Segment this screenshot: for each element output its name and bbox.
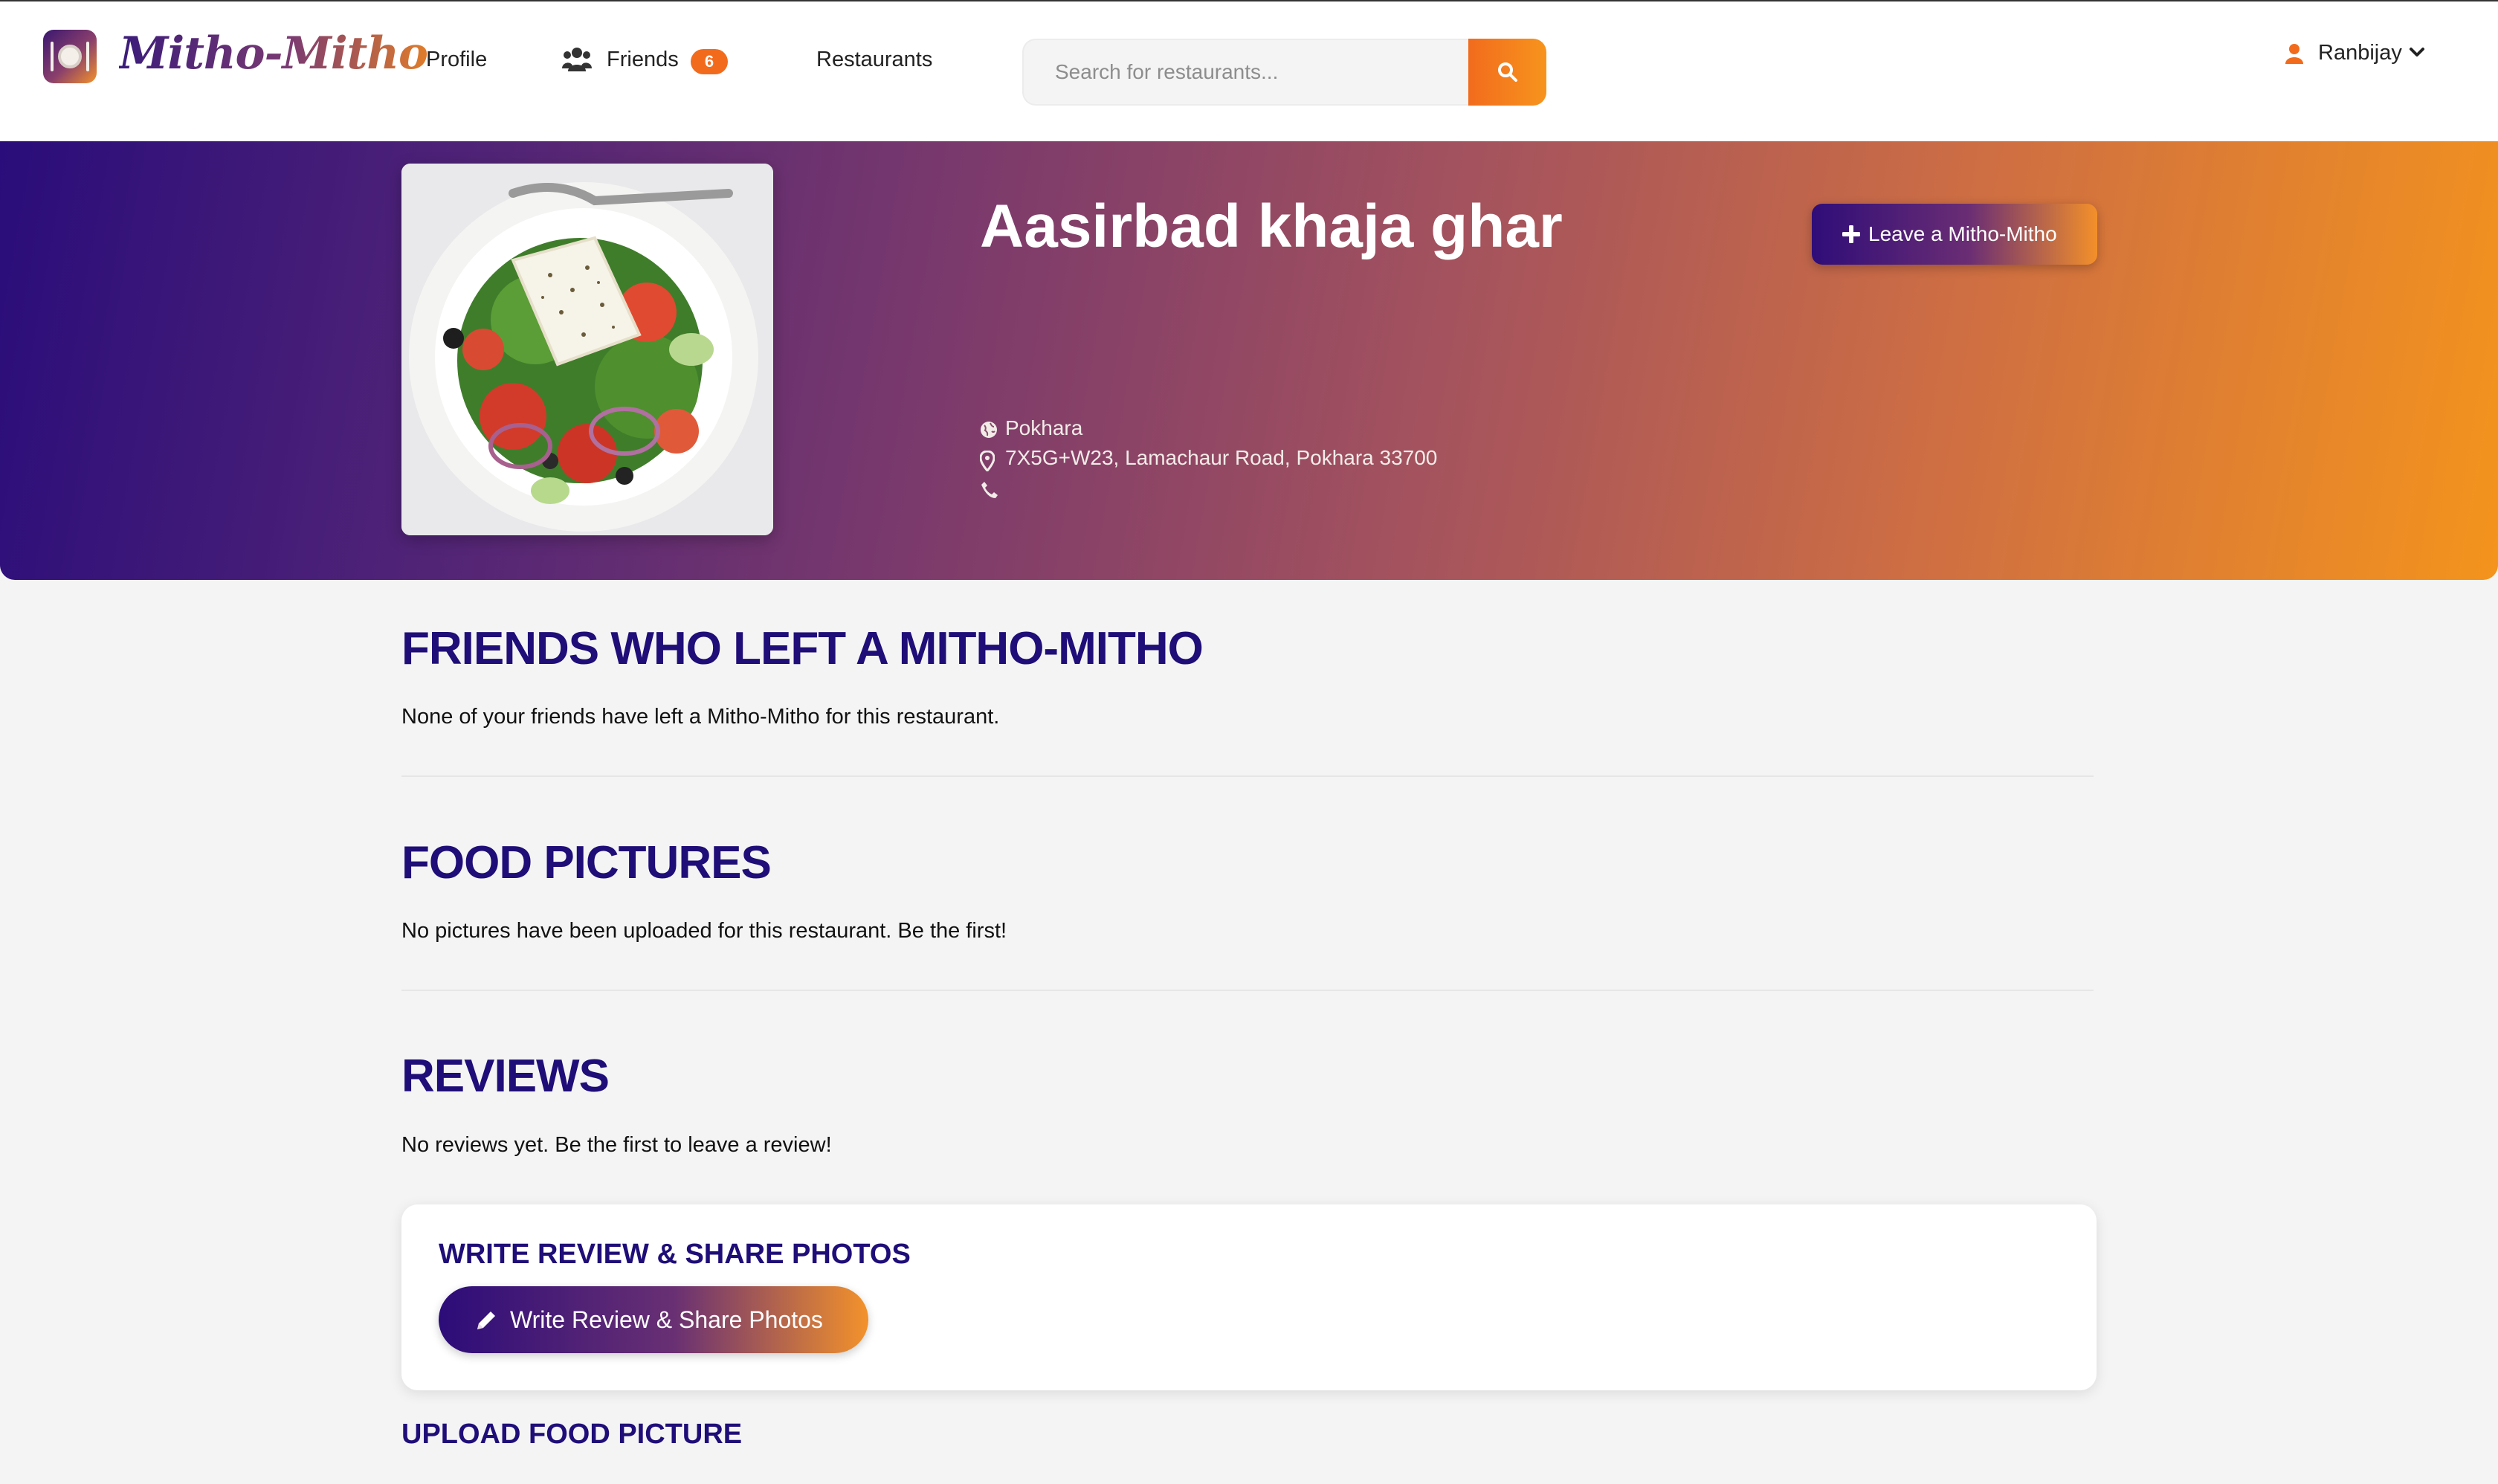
plus-icon xyxy=(1842,225,1860,243)
section-divider xyxy=(401,990,2094,991)
user-menu[interactable]: Ranbijay xyxy=(2284,36,2433,70)
fork-icon xyxy=(51,42,54,71)
leave-mitho-mitho-button[interactable]: Leave a Mitho-Mitho xyxy=(1812,204,2097,265)
search-bar xyxy=(1022,39,1546,106)
upload-food-picture-title: UPLOAD FOOD PICTURE xyxy=(401,1419,743,1450)
nav-link-profile[interactable]: Profile xyxy=(426,43,487,76)
map-marker-icon xyxy=(980,451,995,471)
reviews-empty-text: No reviews yet. Be the first to leave a … xyxy=(401,1133,832,1157)
friends-empty-text: None of your friends have left a Mitho-M… xyxy=(401,705,1000,729)
salad-image xyxy=(401,164,773,535)
brand-logo-icon[interactable] xyxy=(43,30,97,83)
knife-icon xyxy=(86,42,89,71)
users-icon xyxy=(562,46,592,73)
nav-link-restaurants[interactable]: Restaurants xyxy=(816,43,932,76)
write-review-title: WRITE REVIEW & SHARE PHOTOS xyxy=(439,1239,911,1270)
restaurant-hero: Aasirbad khaja ghar Pokhara 7X5G+W23, La… xyxy=(0,141,2498,580)
section-divider xyxy=(401,775,2094,777)
food-pictures-empty-text: No pictures have been uploaded for this … xyxy=(401,919,1007,943)
write-review-card: WRITE REVIEW & SHARE PHOTOS Write Review… xyxy=(401,1204,2097,1390)
chevron-down-icon xyxy=(2410,48,2424,57)
friends-section-title: FRIENDS WHO LEFT A MITHO-MITHO xyxy=(401,623,1204,674)
phone-icon xyxy=(981,482,998,498)
food-pictures-section-title: FOOD PICTURES xyxy=(401,837,772,888)
write-review-button[interactable]: Write Review & Share Photos xyxy=(439,1286,868,1353)
restaurant-city-text: Pokhara xyxy=(1005,416,1083,439)
write-review-label: Write Review & Share Photos xyxy=(510,1306,823,1333)
user-icon xyxy=(2285,44,2303,64)
user-name: Ranbijay xyxy=(2318,41,2402,65)
globe-icon xyxy=(981,422,997,438)
search-button[interactable] xyxy=(1468,39,1546,106)
restaurant-address-text: 7X5G+W23, Lamachaur Road, Pokhara 33700 xyxy=(1005,446,1438,469)
restaurant-name: Aasirbad khaja ghar xyxy=(980,193,1563,260)
plate-icon xyxy=(58,45,82,68)
friends-label: Friends xyxy=(607,48,679,71)
pencil-icon xyxy=(477,1312,495,1329)
restaurant-photo xyxy=(401,164,773,535)
search-input[interactable] xyxy=(1022,39,1468,106)
leave-mitho-mitho-label: Leave a Mitho-Mitho xyxy=(1868,222,2057,245)
reviews-section-title: REVIEWS xyxy=(401,1051,610,1102)
brand-name[interactable]: Mitho-Mitho xyxy=(119,24,428,83)
friends-count-badge: 6 xyxy=(691,49,728,74)
top-navbar: Mitho-Mitho Profile Friends 6 Restaurant… xyxy=(0,0,2498,141)
search-icon xyxy=(1498,62,1517,82)
